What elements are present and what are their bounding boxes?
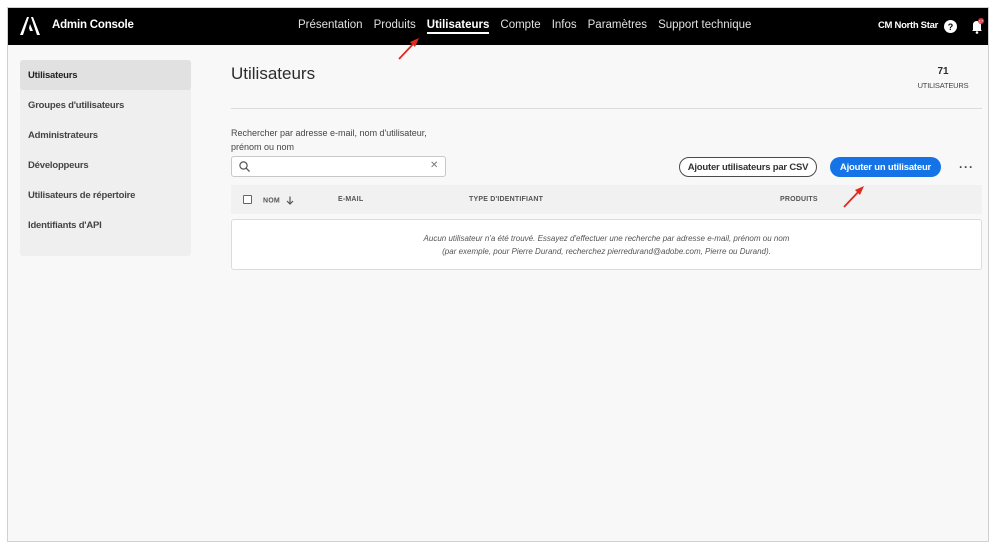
search-input[interactable]: [254, 159, 424, 174]
sidebar-item-api-credentials[interactable]: Identifiants d'API: [20, 210, 191, 240]
nav-infos[interactable]: Infos: [552, 19, 577, 34]
search-field[interactable]: ✕: [231, 156, 446, 177]
more-options-icon[interactable]: ···: [959, 160, 974, 174]
sidebar-item-users[interactable]: Utilisateurs: [20, 60, 191, 90]
user-count-value: 71: [937, 66, 949, 77]
page-title: Utilisateurs: [231, 64, 316, 83]
user-count: 71 UTILISATEURS: [913, 66, 973, 90]
user-count-label: UTILISATEURS: [917, 81, 969, 90]
sidebar: Utilisateurs Groupes d'utilisateurs Admi…: [20, 60, 191, 256]
search-icon: [239, 161, 250, 172]
sidebar-item-directory-users[interactable]: Utilisateurs de répertoire: [20, 180, 191, 210]
empty-state-line-1: Aucun utilisateur n'a été trouvé. Essaye…: [423, 234, 790, 243]
table-header: NOM E-MAIL TYPE D'IDENTIFIANT PRODUITS: [231, 185, 982, 214]
adobe-logo-icon[interactable]: [20, 17, 40, 35]
help-icon[interactable]: ?: [944, 20, 957, 33]
sidebar-item-user-groups[interactable]: Groupes d'utilisateurs: [20, 90, 191, 120]
org-switcher[interactable]: CM North Star: [878, 20, 938, 31]
add-users-csv-button[interactable]: Ajouter utilisateurs par CSV: [679, 157, 817, 177]
column-header-name-label: NOM: [263, 197, 280, 205]
svg-text:?: ?: [948, 22, 954, 32]
search-label: Rechercher par adresse e-mail, nom d'uti…: [231, 128, 427, 152]
nav-parametres[interactable]: Paramètres: [588, 19, 647, 34]
nav-produits[interactable]: Produits: [374, 19, 416, 34]
add-user-button[interactable]: Ajouter un utilisateur: [830, 157, 941, 177]
top-bar: Admin Console Présentation Produits Util…: [8, 8, 988, 45]
column-header-products: PRODUITS: [780, 196, 818, 203]
notification-badge: 17: [979, 19, 984, 24]
sidebar-item-administrators[interactable]: Administrateurs: [20, 120, 191, 150]
nav-presentation[interactable]: Présentation: [298, 19, 363, 34]
notification-bell-icon[interactable]: 17: [970, 18, 984, 34]
column-header-name[interactable]: NOM: [263, 196, 294, 205]
column-header-email: E-MAIL: [338, 196, 364, 203]
empty-state: Aucun utilisateur n'a été trouvé. Essaye…: [231, 219, 982, 270]
nav-compte[interactable]: Compte: [500, 19, 540, 34]
empty-state-line-2: (par exemple, pour Pierre Durand, recher…: [442, 247, 771, 256]
annotation-arrow-icon: [843, 186, 864, 208]
select-all-checkbox[interactable]: [243, 195, 252, 204]
annotation-arrow-icon: [398, 38, 419, 60]
app-window: Admin Console Présentation Produits Util…: [7, 7, 989, 542]
sidebar-item-developers[interactable]: Développeurs: [20, 150, 191, 180]
sort-down-icon[interactable]: [286, 196, 294, 205]
app-title[interactable]: Admin Console: [52, 19, 134, 31]
main-nav: Présentation Produits Utilisateurs Compt…: [298, 19, 751, 34]
column-header-id-type: TYPE D'IDENTIFIANT: [469, 196, 544, 203]
nav-utilisateurs[interactable]: Utilisateurs: [426, 19, 490, 34]
divider: [231, 108, 982, 109]
clear-search-icon[interactable]: ✕: [430, 160, 438, 171]
nav-support[interactable]: Support technique: [658, 19, 751, 34]
